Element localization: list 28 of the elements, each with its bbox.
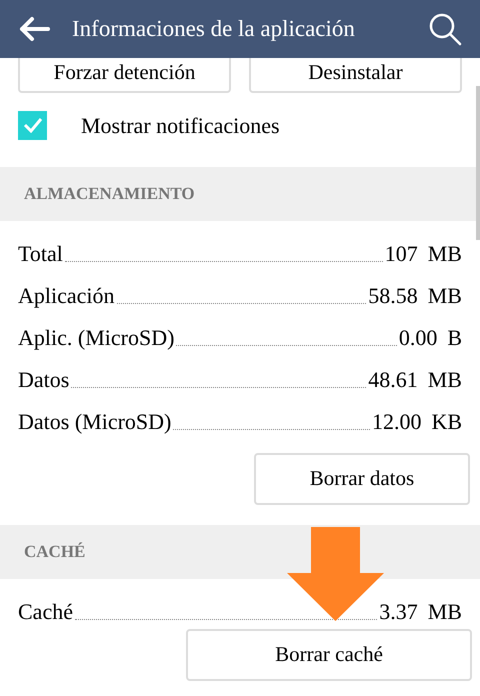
row-unit: MB xyxy=(428,369,462,391)
back-icon[interactable] xyxy=(18,16,50,42)
row-value: 58.58 xyxy=(368,285,418,307)
row-label: Caché xyxy=(18,601,73,623)
row-unit: B xyxy=(447,327,462,349)
row-value: 12.00 xyxy=(372,411,422,433)
row-unit: MB xyxy=(428,243,462,265)
row-label: Datos xyxy=(18,369,70,391)
row-unit: MB xyxy=(428,285,462,307)
check-icon xyxy=(22,117,42,133)
row-value: 0.00 xyxy=(398,327,438,349)
row-label: Total xyxy=(18,243,63,265)
search-icon[interactable] xyxy=(428,12,462,46)
row-value: 3.37 xyxy=(379,601,418,623)
action-button[interactable]: Borrar caché xyxy=(186,629,472,681)
row-label: Datos (MicroSD) xyxy=(18,411,172,433)
action-button[interactable]: Forzar detención xyxy=(18,58,231,93)
checkbox[interactable] xyxy=(18,110,47,140)
row-unit: MB xyxy=(428,601,462,623)
row-value: 107 xyxy=(384,243,418,265)
action-button[interactable]: Borrar datos xyxy=(254,453,470,505)
row-label: Aplic. (MicroSD) xyxy=(18,327,174,349)
row-unit: KB xyxy=(431,411,462,433)
checkbox-label: Mostrar notificaciones xyxy=(81,112,280,140)
action-button[interactable]: Desinstalar xyxy=(249,58,462,93)
row-label: Aplicación xyxy=(18,285,115,307)
window-title: Informaciones de la aplicación xyxy=(72,14,356,43)
row-value: 48.61 xyxy=(368,369,418,391)
